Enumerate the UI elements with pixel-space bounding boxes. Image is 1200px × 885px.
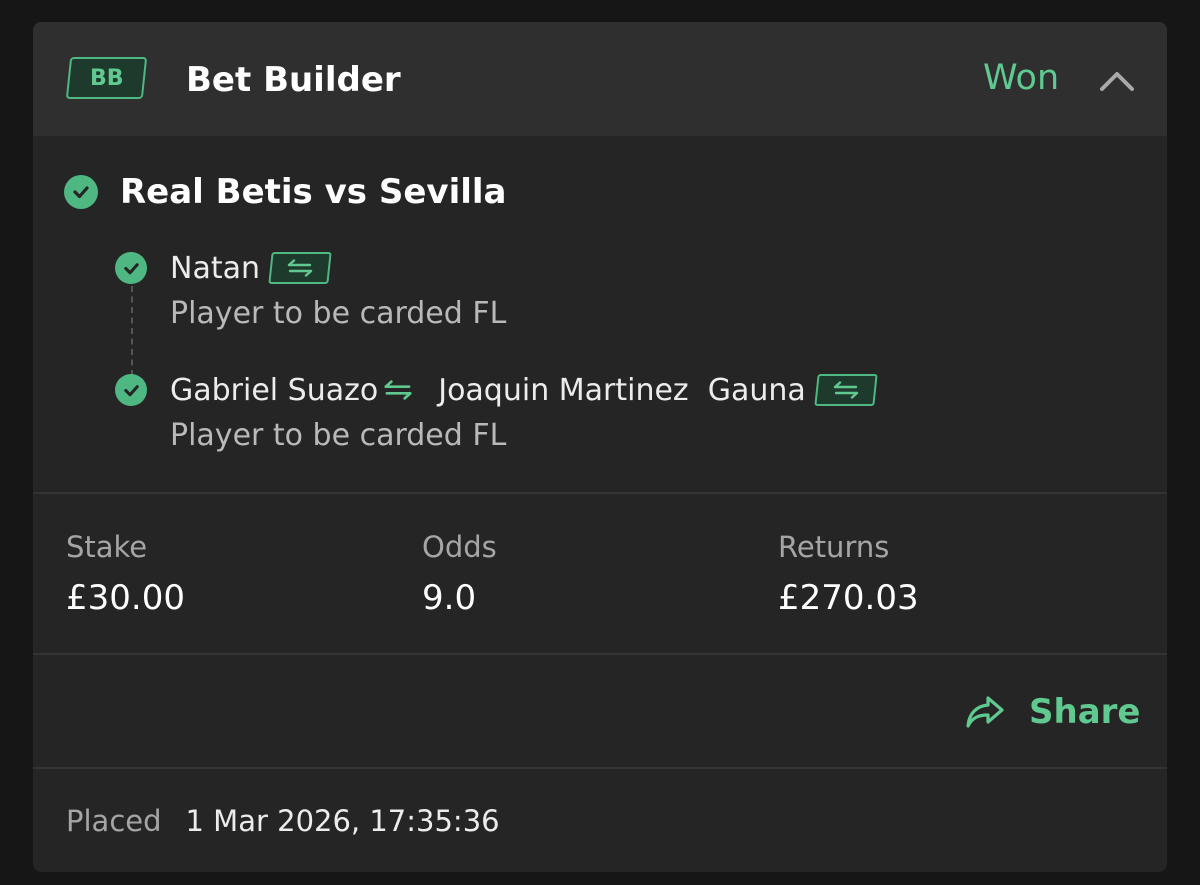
bet-header[interactable]: BB Bet Builder Won [33, 22, 1167, 136]
leg-item: Natan Player to be carded FL [115, 248, 506, 331]
chevron-up-icon [1100, 72, 1134, 91]
stake-block: Stake £30.00 [66, 530, 185, 618]
stake-label: Stake [66, 530, 148, 564]
leg-market: Player to be carded FL [170, 418, 507, 453]
leg-replacement-player: Joaquin Martinez Gauna [438, 372, 806, 408]
swap-arrows-icon [833, 381, 858, 399]
collapse-button[interactable] [1097, 62, 1137, 102]
divider [33, 653, 1167, 655]
check-circle-icon [115, 374, 147, 406]
returns-label: Returns [778, 530, 890, 564]
stake-value: £30.00 [66, 578, 185, 618]
placed-timestamp: 1 Mar 2026, 17:35:36 [185, 804, 500, 838]
leg-player-name: Natan [170, 250, 260, 286]
share-button[interactable]: Share [965, 690, 1140, 734]
bet-card: BB Bet Builder Won Real Betis vs Sevilla… [33, 22, 1167, 872]
returns-block: Returns £270.03 [778, 530, 919, 618]
check-circle-icon [64, 175, 98, 209]
placed-row: Placed 1 Mar 2026, 17:35:36 [66, 804, 500, 838]
odds-block: Odds 9.0 [422, 530, 497, 618]
swap-button[interactable] [814, 374, 878, 406]
swap-arrows-icon [287, 259, 313, 277]
leg-item: Gabriel Suazo Joaquin Martinez Gauna Pla… [115, 370, 878, 453]
bet-type-title: Bet Builder [186, 60, 401, 100]
bet-builder-badge-label: BB [89, 65, 124, 91]
share-arrow-icon [966, 696, 1004, 728]
bet-builder-badge: BB [65, 57, 148, 99]
leg-player-name: Gabriel Suazo [170, 372, 379, 408]
bet-status: Won [983, 58, 1060, 98]
share-label: Share [1029, 692, 1141, 732]
odds-label: Odds [422, 530, 497, 564]
divider [33, 492, 1167, 494]
divider [33, 767, 1167, 769]
odds-value: 9.0 [422, 578, 477, 618]
placed-label: Placed [66, 804, 162, 838]
match-row: Real Betis vs Sevilla [64, 170, 506, 214]
match-title: Real Betis vs Sevilla [120, 172, 507, 212]
swap-button[interactable] [268, 252, 332, 284]
swap-indicator [380, 380, 416, 400]
leg-market: Player to be carded FL [170, 296, 507, 331]
swap-arrows-icon [384, 380, 412, 400]
check-circle-icon [115, 252, 147, 284]
returns-value: £270.03 [778, 578, 919, 618]
